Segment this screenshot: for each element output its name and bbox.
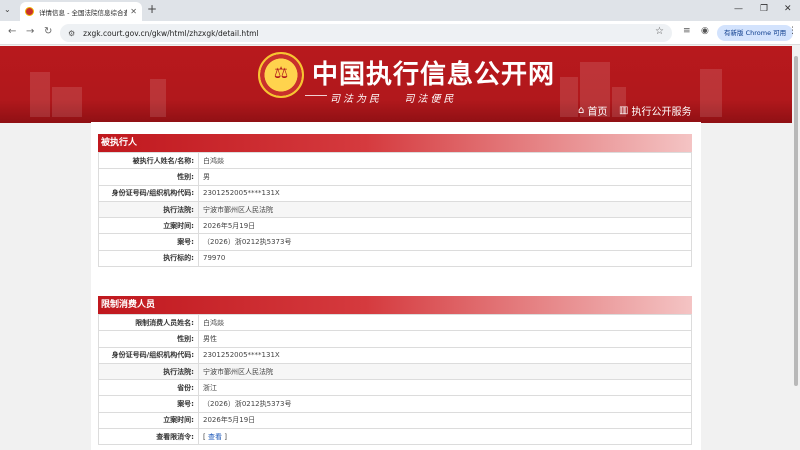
- reload-icon[interactable]: ↻: [44, 26, 52, 37]
- table-row: 省份: 浙江: [98, 379, 692, 397]
- slogan-right: 司法便民: [404, 94, 457, 105]
- table-row: 被执行人姓名/名称: 白鸿燚: [98, 151, 692, 170]
- row-label: 性别:: [98, 330, 199, 348]
- row-label: 案号:: [98, 233, 199, 251]
- consumption-restricted-table: 限制消费人员姓名: 白鸿燚 性别: 男性 身份证号码/组织机构代码: 23012520…: [98, 313, 692, 446]
- row-value: 2301252005****131X: [198, 346, 692, 364]
- site-banner: ⚖ 中国执行信息公开网 司法为民 司法便民 ⌂ 首页 ▥ 执行公开服务: [0, 46, 792, 123]
- table-row: 限制消费人员姓名: 白鸿燚: [98, 313, 692, 332]
- address-bar[interactable]: ⚙ zxgk.court.gov.cn/gkw/html/zhzxgk/deta…: [60, 24, 672, 42]
- court-favicon-icon: [25, 7, 34, 16]
- row-value: 宁波市鄞州区人民法院: [198, 362, 692, 381]
- section-title: 限制消费人员: [98, 296, 692, 314]
- table-row: 立案时间: 2026年5月19日: [98, 217, 692, 235]
- bookmark-star-icon[interactable]: ☆: [655, 26, 664, 37]
- profile-icon[interactable]: ◉: [701, 26, 709, 36]
- table-row: 性别: 男性: [98, 330, 692, 348]
- nav-home[interactable]: ⌂ 首页: [578, 103, 607, 118]
- court-emblem-icon: ⚖: [258, 52, 304, 98]
- row-value: （2026）浙0212执5373号: [198, 233, 692, 251]
- table-row: 案号: （2026）浙0212执5373号: [98, 395, 692, 413]
- row-value: 79970: [198, 249, 692, 268]
- row-value: 宁波市鄞州区人民法院: [198, 200, 692, 219]
- table-row: 性别: 男: [98, 168, 692, 186]
- row-value: [ 查看 ]: [198, 428, 692, 446]
- table-row: 身份证号码/组织机构代码: 2301252005****131X: [98, 184, 692, 202]
- nav-execution-service-label[interactable]: 执行公开服务: [631, 103, 691, 118]
- row-label: 查看限消令:: [98, 428, 199, 446]
- site-title: 中国执行信息公开网: [312, 60, 556, 90]
- detail-content: 被执行人 被执行人姓名/名称: 白鸿燚 性别: 男 身份证号码/组织机构代码: 230…: [91, 122, 701, 450]
- view-restriction-order-link[interactable]: 查看: [208, 433, 222, 441]
- row-value: 2301252005****131X: [198, 184, 692, 202]
- site-info-icon[interactable]: ⚙: [68, 29, 75, 38]
- close-window-icon[interactable]: ✕: [784, 4, 792, 14]
- nav-home-label[interactable]: 首页: [587, 103, 607, 118]
- table-row: 查看限消令:[ 查看 ]: [98, 428, 692, 446]
- vertical-scrollbar[interactable]: [792, 46, 800, 450]
- chrome-update-button[interactable]: 有新版 Chrome 可用: [717, 25, 794, 41]
- row-value: 2026年5月19日: [198, 217, 692, 235]
- row-label: 身份证号码/组织机构代码:: [98, 346, 199, 364]
- section-executed-person: 被执行人 被执行人姓名/名称: 白鸿燚 性别: 男 身份证号码/组织机构代码: 230…: [98, 134, 692, 268]
- minimize-icon[interactable]: —: [734, 4, 743, 14]
- nav-execution-service[interactable]: ▥ 执行公开服务: [619, 103, 691, 118]
- row-value: （2026）浙0212执5373号: [198, 395, 692, 413]
- tab-title: 详情信息 - 全国法院信息综合查: [39, 8, 128, 17]
- tab-search-icon[interactable]: ⌄: [4, 5, 11, 14]
- url-text[interactable]: zxgk.court.gov.cn/gkw/html/zhzxgk/detail…: [83, 29, 258, 38]
- row-label: 执行法院:: [98, 362, 199, 381]
- maximize-icon[interactable]: ❐: [760, 4, 768, 14]
- row-label: 执行标的:: [98, 249, 199, 268]
- row-label: 案号:: [98, 395, 199, 413]
- browser-tab[interactable]: 详情信息 - 全国法院信息综合查 ✕: [20, 2, 142, 21]
- row-value: 白鸿燚: [198, 313, 692, 332]
- row-label: 限制消费人员姓名:: [98, 313, 199, 332]
- row-value: 浙江: [198, 379, 692, 397]
- forward-icon[interactable]: →: [26, 26, 34, 37]
- row-value: 男: [198, 168, 692, 186]
- row-label: 立案时间:: [98, 217, 199, 235]
- slogan-left: 司法为民: [330, 94, 382, 105]
- table-row: 案号: （2026）浙0212执5373号: [98, 233, 692, 251]
- row-label: 省份:: [98, 379, 199, 397]
- new-tab-button[interactable]: +: [147, 2, 157, 16]
- row-value: 白鸿燚: [198, 151, 692, 170]
- row-label: 立案时间:: [98, 411, 199, 430]
- home-icon: ⌂: [578, 105, 585, 116]
- close-tab-icon[interactable]: ✕: [130, 7, 137, 16]
- table-row: 执行标的: 79970: [98, 249, 692, 268]
- section-consumption-restricted: 限制消费人员 限制消费人员姓名: 白鸿燚 性别: 男性 身份证号码/组织机构代码: 2…: [98, 296, 692, 446]
- slogan: 司法为民 司法便民: [330, 90, 456, 105]
- browser-toolbar: ← → ↻ ⚙ zxgk.court.gov.cn/gkw/html/zhzxg…: [0, 21, 800, 45]
- table-row: 执行法院: 宁波市鄞州区人民法院: [98, 362, 692, 381]
- tab-strip: ⌄ 详情信息 - 全国法院信息综合查 ✕ + — ❐ ✕: [0, 0, 800, 21]
- back-icon[interactable]: ←: [8, 26, 16, 37]
- chart-icon: ▥: [619, 105, 629, 116]
- menu-icon[interactable]: ⋮: [788, 26, 797, 36]
- section-title: 被执行人: [98, 134, 692, 152]
- table-row: 立案时间: 2026年5月19日: [98, 411, 692, 430]
- extensions-icon[interactable]: ≡: [683, 26, 691, 36]
- table-row: 身份证号码/组织机构代码: 2301252005****131X: [98, 346, 692, 364]
- row-label: 性别:: [98, 168, 199, 186]
- table-row: 执行法院: 宁波市鄞州区人民法院: [98, 200, 692, 219]
- row-label: 被执行人姓名/名称:: [98, 151, 199, 170]
- executed-person-table: 被执行人姓名/名称: 白鸿燚 性别: 男 身份证号码/组织机构代码: 23012520…: [98, 151, 692, 268]
- row-value: 男性: [198, 330, 692, 348]
- scrollbar-thumb[interactable]: [794, 56, 798, 386]
- row-value: 2026年5月19日: [198, 411, 692, 430]
- row-label: 执行法院:: [98, 200, 199, 219]
- row-label: 身份证号码/组织机构代码:: [98, 184, 199, 202]
